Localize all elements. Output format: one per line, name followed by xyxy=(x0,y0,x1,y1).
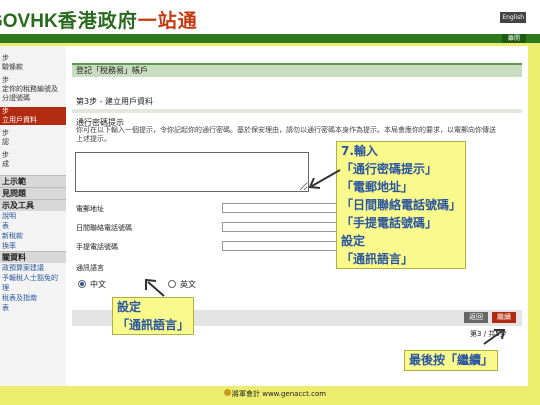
page-title: 登記「稅務易」帳戶 xyxy=(72,63,522,77)
arrow-icon xyxy=(308,169,341,189)
screenshot-frame: GOVHK香港政府一站通 English 離開 步 驗條款 步 定你的稅務編號及… xyxy=(0,0,540,405)
annotation-line: 「手提電話號碼」 xyxy=(341,216,438,230)
header-bar xyxy=(0,34,540,43)
sidebar-step3-desc[interactable]: 立用戶資料 xyxy=(0,116,66,125)
annotation-line: 「日間聯絡電話號碼」 xyxy=(341,198,462,212)
logout-button[interactable]: 離開 xyxy=(501,34,526,43)
language-option-chinese: 中文 xyxy=(90,280,106,289)
genacct-logo-icon xyxy=(224,389,231,396)
sidebar-step3-label[interactable]: 步 xyxy=(0,107,66,116)
sidebar-section-demo[interactable]: 上示範 xyxy=(0,175,66,187)
sidebar-step4-label[interactable]: 步 xyxy=(0,129,66,138)
section-divider xyxy=(72,109,522,113)
logo-hk-text: HK xyxy=(30,11,58,32)
annotation-line: 設定 xyxy=(341,234,366,248)
sidebar-link[interactable]: 表 xyxy=(0,221,66,231)
email-label: 電郵地址 xyxy=(76,205,104,213)
annotation-line: 7.輸入 xyxy=(341,144,378,158)
logo-zh2-text: 一站通 xyxy=(137,11,198,32)
annotation-line: 「通訊語言」 xyxy=(341,252,414,266)
footer-text: 將軍會計 www.genacct.com xyxy=(232,390,327,398)
annotation-line: 「電郵地址」 xyxy=(341,180,414,194)
sidebar-link[interactable]: 政預算案建議 xyxy=(0,263,66,273)
annotation-line: 「通行密碼提示」 xyxy=(341,162,438,176)
logo-gov-text: GOV xyxy=(0,11,31,32)
sidebar-step2-desc[interactable]: 定你的稅務編號及 xyxy=(0,85,66,94)
password-hint-input[interactable] xyxy=(75,152,309,192)
arrow-icon xyxy=(145,278,165,297)
sidebar-link[interactable]: 理 xyxy=(0,283,66,293)
annotation-line: 設定 xyxy=(117,300,142,314)
annotation-continue: 最後按「繼續」 xyxy=(404,350,499,371)
logo-zh-text: 香港政府 xyxy=(57,11,138,32)
sidebar-link[interactable]: 說明 xyxy=(0,211,66,221)
day-phone-label: 日間聯絡電話號碼 xyxy=(76,224,132,232)
sidebar-section-info[interactable]: 關資料 xyxy=(0,251,66,263)
sidebar-step5-desc[interactable]: 成 xyxy=(0,160,66,169)
sidebar-step1-desc[interactable]: 驗條款 xyxy=(0,63,66,72)
sidebar-step1-label[interactable]: 步 xyxy=(0,54,66,63)
sidebar-link[interactable]: 稅表及指南 xyxy=(0,293,66,303)
sidebar: 步 驗條款 步 定你的稅務編號及 分證號碼 步 立用戶資料 步 認 步 成 上示… xyxy=(0,46,66,386)
site-header: GOVHK香港政府一站通 English xyxy=(0,0,540,34)
arrow-icon xyxy=(483,329,506,345)
annotation-line: 「通訊語言」 xyxy=(117,318,190,332)
continue-button[interactable]: 繼續 xyxy=(492,312,516,323)
sidebar-step2-label[interactable]: 步 xyxy=(0,76,66,85)
sidebar-step5-label[interactable]: 步 xyxy=(0,151,66,160)
sidebar-link[interactable]: 表 xyxy=(0,303,66,313)
sidebar-section-faq[interactable]: 見問題 xyxy=(0,187,66,199)
language-label: 通訊語言 xyxy=(76,264,104,272)
step-heading: 第3步 - 建立用戶資料 xyxy=(76,97,154,106)
mobile-phone-label: 手提電話號碼 xyxy=(76,243,118,251)
annotation-input-fields: 7.輸入 「通行密碼提示」 「電郵地址」 「日間聯絡電話號碼」 「手提電話號碼」… xyxy=(336,141,467,269)
annotation-language: 設定 「通訊語言」 xyxy=(112,297,195,335)
language-radio-chinese[interactable] xyxy=(78,280,86,288)
sidebar-link[interactable]: 換率 xyxy=(0,241,66,251)
sidebar-step4-desc[interactable]: 認 xyxy=(0,138,66,147)
back-button[interactable]: 返回 xyxy=(464,312,488,323)
language-option-english: 英文 xyxy=(180,280,196,289)
sidebar-link[interactable]: 新稅款 xyxy=(0,231,66,241)
sidebar-link[interactable]: 予報稅人士豁免的 xyxy=(0,273,66,283)
sidebar-section-tools[interactable]: 示及工具 xyxy=(0,199,66,211)
govhk-logo[interactable]: GOVHK香港政府一站通 xyxy=(0,6,198,33)
sidebar-step2-desc2[interactable]: 分證號碼 xyxy=(0,94,66,103)
english-button[interactable]: English xyxy=(500,12,526,23)
